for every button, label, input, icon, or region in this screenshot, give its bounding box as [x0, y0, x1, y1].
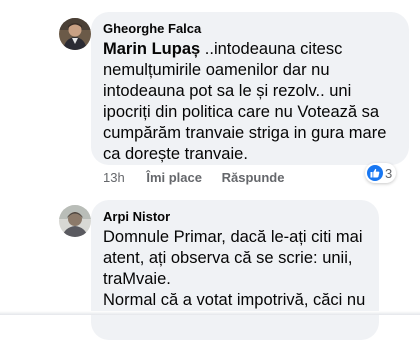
comment-line-2: nemulțumirile oamenilor dar nu [103, 61, 330, 79]
comment-author[interactable]: Arpi Nistor [103, 209, 170, 224]
mention-link[interactable]: Marin Lupaș [103, 40, 200, 58]
reaction-count: 3 [385, 165, 393, 181]
comment-line-1: Marin Lupaș ..intodeauna citesc [103, 39, 409, 60]
avatar[interactable] [59, 18, 91, 50]
comment-text: Domnule Primar, dacă le-ați citi mai ate… [103, 227, 383, 311]
like-button[interactable]: Îmi place [146, 170, 202, 185]
reply-button[interactable]: Răspunde [222, 170, 285, 185]
comment-actions: 13h Îmi place Răspunde [103, 170, 284, 185]
user-photo-icon [59, 205, 91, 237]
comment-bubble: Gheorghe Falca Marin Lupaș ..intodeauna … [91, 12, 409, 165]
comment-line-text: ..intodeauna citesc [200, 40, 343, 58]
reaction-summary[interactable]: 3 [365, 163, 397, 183]
comment-author[interactable]: Gheorghe Falca [103, 21, 201, 36]
like-icon [367, 165, 383, 181]
comment-bubble: Arpi Nistor Domnule Primar, dacă le-ați … [91, 200, 379, 340]
comment-line-4: Normal că a votat impotrivă, căci nu [103, 291, 366, 309]
comment-line-3: traMvaie. [103, 270, 171, 288]
user-photo-icon [59, 18, 91, 50]
bottom-divider [0, 311, 420, 315]
avatar[interactable] [59, 205, 91, 237]
comment-text: Marin Lupaș ..intodeauna citesc nemulțum… [103, 39, 409, 165]
comment-line-3: intodeauna pot sa le și rezolv.. uni [103, 82, 352, 100]
comment-timestamp[interactable]: 13h [103, 170, 125, 185]
comment-line-1: Domnule Primar, dacă le-ați citi mai [103, 228, 363, 246]
comment-line-5: cumpărăm tranvaie striga in gura mare [103, 124, 387, 142]
comment-line-2: atent, ați observa că se scrie: unii, [103, 249, 353, 267]
comment-line-6: ca dorește tranvaie. [103, 145, 248, 163]
comment-line-4: ipocriți din politica care nu Votează sa [103, 103, 380, 121]
